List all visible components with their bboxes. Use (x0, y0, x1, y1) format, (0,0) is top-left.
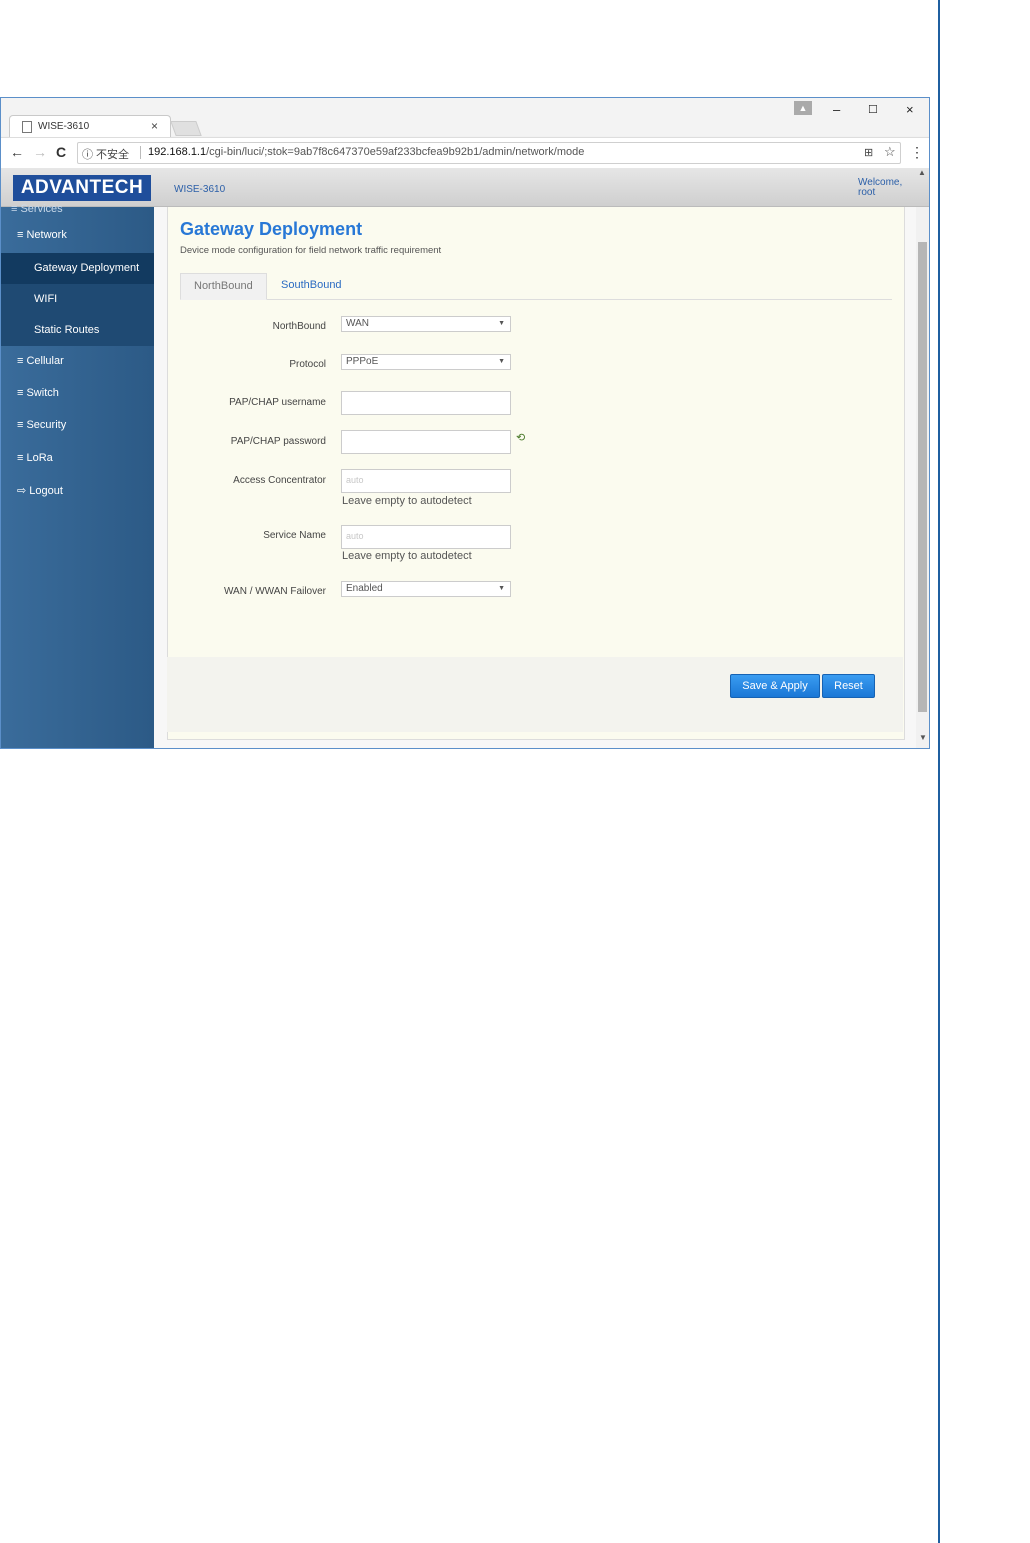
protocol-value: PPPoE (346, 356, 379, 367)
url-host: 192.168.1.1 (148, 146, 207, 158)
bookmark-star-icon[interactable]: ☆ (884, 144, 896, 160)
page-icon (22, 121, 32, 133)
url-omnibox[interactable]: ⓘ 不安全 192.168.1.1/cgi-bin/luci/;stok=9ab… (77, 142, 901, 164)
device-hostname: WISE-3610 (174, 184, 226, 195)
omnibox-separator (140, 146, 141, 159)
sidebar-item-switch[interactable]: ≡ Switch (1, 378, 154, 410)
sidebar-item-label: Static Routes (34, 324, 100, 336)
password-input[interactable] (341, 430, 511, 454)
tab-northbound[interactable]: NorthBound (180, 273, 267, 300)
page-border-rule (938, 0, 940, 1543)
url-path: /cgi-bin/luci/;stok=9ab7f8c647370e59af23… (206, 146, 585, 158)
maximize-icon[interactable]: ☐ (868, 103, 878, 116)
minimize-icon[interactable]: – (833, 102, 840, 117)
sidebar-item-lora[interactable]: ≡ LoRa (1, 443, 154, 475)
sidebar-item-label: ≡ Cellular (17, 355, 64, 367)
translate-icon[interactable]: ⊞ (864, 146, 873, 159)
failover-select[interactable]: Enabled ▼ (341, 581, 511, 597)
service-name-label: Service Name (263, 530, 326, 541)
dropdown-arrow-icon: ▼ (498, 585, 505, 592)
dropdown-arrow-icon: ▼ (498, 358, 505, 365)
dropdown-arrow-icon: ▼ (498, 320, 505, 327)
sidebar-item-cellular[interactable]: ≡ Cellular (1, 346, 154, 378)
url-text: 192.168.1.1/cgi-bin/luci/;stok=9ab7f8c64… (148, 146, 584, 158)
section-tabs: NorthBound SouthBound (180, 273, 892, 300)
sidebar-nav: ≡ Services ≡ Network Gateway Deployment … (1, 203, 154, 748)
access-concentrator-label: Access Concentrator (233, 475, 326, 486)
protocol-label: Protocol (289, 359, 326, 370)
northbound-value: WAN (346, 318, 369, 329)
username-label: PAP/CHAP username (229, 397, 326, 408)
sidebar-item-label: ⇨ Logout (17, 485, 63, 497)
failover-value: Enabled (346, 583, 383, 594)
address-bar: ← → C ⓘ 不安全 192.168.1.1/cgi-bin/luci/;st… (1, 137, 929, 169)
main-content: Gateway Deployment Device mode configura… (154, 207, 916, 748)
security-indicator[interactable]: ⓘ 不安全 (82, 146, 129, 162)
sidebar-item-logout[interactable]: ⇨ Logout (1, 475, 154, 507)
access-concentrator-input[interactable]: auto (341, 469, 511, 493)
page-description: Device mode configuration for field netw… (180, 245, 442, 256)
sidebar-item-label: WIFI (34, 293, 58, 305)
tab-title: WISE-3610 (38, 121, 90, 132)
sidebar-item-label: ≡ LoRa (17, 452, 53, 464)
scroll-up-icon[interactable]: ▲ (918, 168, 926, 177)
protocol-select[interactable]: PPPoE ▼ (341, 354, 511, 370)
service-name-placeholder: auto (346, 531, 364, 541)
window-close-icon[interactable]: × (906, 102, 914, 117)
advantech-logo: ADVANTECH (13, 175, 151, 201)
reveal-password-icon[interactable]: ⟲ (516, 431, 525, 444)
failover-label: WAN / WWAN Failover (223, 586, 326, 597)
access-concentrator-placeholder: auto (346, 475, 364, 485)
forward-arrow-icon[interactable]: → (33, 144, 47, 160)
sidebar-item-services[interactable]: ≡ Services (11, 203, 63, 215)
sidebar-item-network[interactable]: ≡ Network (1, 220, 154, 252)
vertical-scrollbar[interactable]: ▼ (916, 207, 929, 748)
access-concentrator-hint: Leave empty to autodetect (342, 495, 472, 507)
sidebar-item-static-routes[interactable]: Static Routes (1, 315, 154, 346)
username-input[interactable] (341, 391, 511, 415)
reload-icon[interactable]: C (56, 144, 66, 160)
tab-close-icon[interactable]: × (151, 119, 158, 133)
scrollbar-thumb[interactable] (918, 242, 927, 712)
reset-button[interactable]: Reset (822, 674, 875, 698)
action-bar: Save & Apply Reset (167, 657, 903, 732)
sidebar-item-gateway-deployment[interactable]: Gateway Deployment (1, 253, 154, 285)
service-name-hint: Leave empty to autodetect (342, 550, 472, 562)
tab-southbound[interactable]: SouthBound (268, 273, 355, 298)
welcome-user: Welcome, root (858, 178, 902, 198)
service-name-input[interactable]: auto (341, 525, 511, 549)
welcome-username: root (858, 187, 876, 198)
browser-menu-icon[interactable]: ⋮ (910, 144, 924, 161)
sidebar-item-label: ≡ Switch (17, 387, 59, 399)
sidebar-item-label: Gateway Deployment (34, 262, 140, 274)
user-profile-icon[interactable]: ▲ (794, 101, 812, 115)
northbound-select[interactable]: WAN ▼ (341, 316, 511, 332)
sidebar-item-security[interactable]: ≡ Security (1, 410, 154, 442)
page-title: Gateway Deployment (180, 219, 363, 239)
title-bar: WISE-3610 × ▲ – ☐ × (1, 98, 929, 138)
sidebar-item-wifi[interactable]: WIFI (1, 284, 154, 315)
sidebar-item-label: ≡ Network (17, 229, 67, 241)
browser-tab[interactable]: WISE-3610 × (9, 115, 171, 138)
sidebar-item-label: ≡ Security (17, 419, 67, 431)
browser-window: WISE-3610 × ▲ – ☐ × ← → C ⓘ 不安全 192.168.… (0, 97, 930, 749)
northbound-label: NorthBound (272, 321, 326, 332)
scroll-down-icon[interactable]: ▼ (919, 733, 927, 742)
back-arrow-icon[interactable]: ← (10, 144, 24, 160)
new-tab-button[interactable] (170, 121, 202, 136)
app-header: ADVANTECH WISE-3610 Welcome, root (1, 168, 929, 207)
password-label: PAP/CHAP password (230, 436, 326, 447)
save-apply-button[interactable]: Save & Apply (730, 674, 820, 698)
